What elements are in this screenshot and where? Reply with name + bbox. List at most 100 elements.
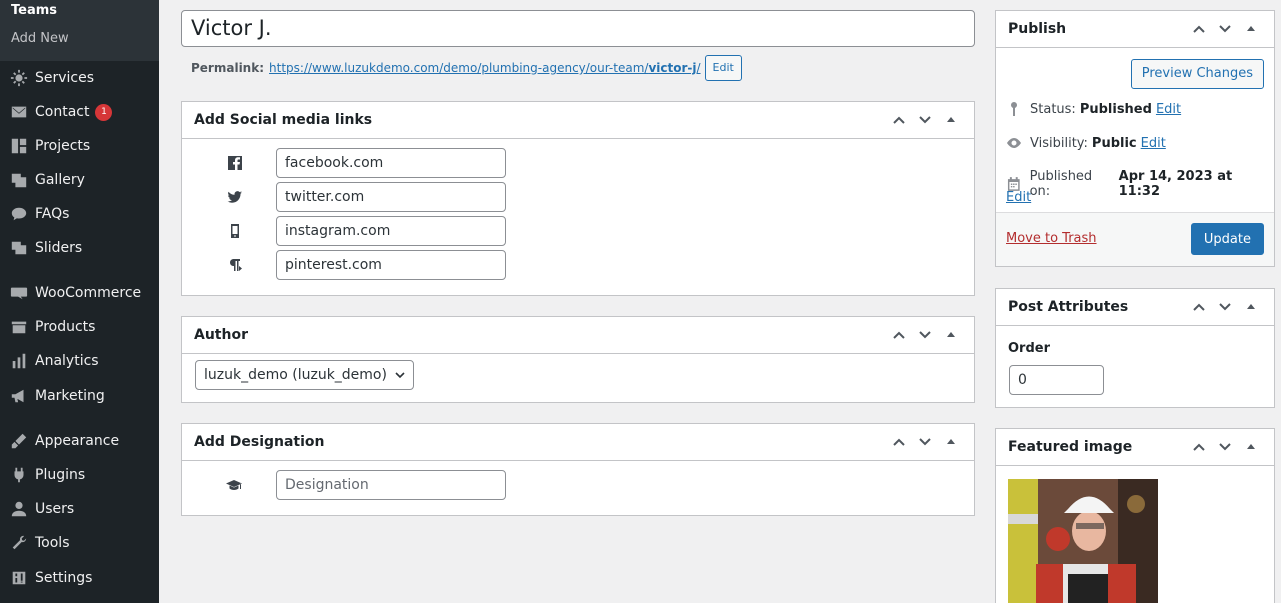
box-title: Author: [194, 327, 248, 343]
pinterest-link-input[interactable]: pinterest.com: [276, 250, 506, 280]
eye-icon: [1007, 138, 1021, 148]
collapse-toggle-icon[interactable]: [1238, 434, 1264, 460]
sidebar-item-plugins[interactable]: Plugins: [0, 458, 159, 492]
update-button[interactable]: Update: [1190, 223, 1264, 255]
sidebar-item-label: Projects: [35, 138, 91, 154]
visibility-label: Visibility:: [1030, 135, 1088, 151]
instagram-link-input[interactable]: instagram.com: [276, 216, 506, 246]
services-icon: [0, 69, 35, 87]
sidebar-item-label: Gallery: [35, 172, 85, 188]
collapse-toggle-icon[interactable]: [938, 107, 964, 133]
box-title: Featured image: [1008, 439, 1133, 455]
move-down-icon[interactable]: [1212, 16, 1238, 42]
collapse-toggle-icon[interactable]: [938, 429, 964, 455]
sidebar-item-label: Analytics: [35, 353, 99, 369]
sidebar-item-label: Users: [35, 501, 75, 517]
sidebar-item-tools[interactable]: Tools: [0, 526, 159, 560]
notification-badge: 1: [95, 103, 113, 121]
sidebar-item-sliders[interactable]: Sliders: [0, 231, 159, 265]
preview-changes-button[interactable]: Preview Changes: [1130, 59, 1264, 89]
sidebar-item-marketing[interactable]: Marketing: [0, 379, 159, 413]
box-header: Add Designation: [182, 424, 974, 461]
instagram-icon: [226, 222, 244, 240]
sidebar-item-label: Marketing: [35, 388, 105, 404]
permalink-link[interactable]: https://www.luzukdemo.com/demo/plumbing-…: [269, 61, 701, 75]
sidebar-item-label: Tools: [35, 535, 70, 551]
post-title-input[interactable]: Victor J.: [181, 10, 975, 47]
designation-box: Add Designation Designation: [181, 423, 975, 516]
facebook-icon: [226, 154, 244, 172]
sidebar-item-analytics[interactable]: Analytics: [0, 344, 159, 378]
sidebar-item-label: Contact: [35, 104, 90, 120]
move-down-icon[interactable]: [1212, 434, 1238, 460]
move-up-icon[interactable]: [886, 322, 912, 348]
sidebar-item-users[interactable]: Users: [0, 492, 159, 526]
facebook-link-input[interactable]: facebook.com: [276, 148, 506, 178]
sidebar-item-faqs[interactable]: FAQs: [0, 197, 159, 231]
edit-date-link[interactable]: Edit: [1006, 190, 1031, 205]
twitter-icon: [226, 188, 244, 206]
move-up-icon[interactable]: [1186, 16, 1212, 42]
status-value: Published: [1079, 101, 1152, 117]
sidebar-item-label: Plugins: [35, 467, 86, 483]
edit-visibility-link[interactable]: Edit: [1141, 136, 1166, 151]
publish-box: Publish Preview Changes Status: Publishe…: [995, 10, 1275, 267]
admin-sidebar: Teams Add New Services Contact 1 Project…: [0, 0, 159, 603]
author-select[interactable]: luzuk_demo (luzuk_demo): [195, 360, 414, 390]
sidebar-item-products[interactable]: Products: [0, 310, 159, 344]
sidebar-item-appearance[interactable]: Appearance: [0, 424, 159, 458]
marketing-icon: [0, 387, 35, 405]
social-links-box: Add Social media links facebook.com twit…: [181, 101, 975, 296]
box-header: Author: [182, 317, 974, 354]
settings-icon: [0, 569, 35, 587]
published-on-value: Apr 14, 2023 at 11:32: [1118, 169, 1233, 199]
submenu-item-teams[interactable]: Teams: [11, 3, 57, 18]
collapse-toggle-icon[interactable]: [1238, 16, 1264, 42]
submenu: Teams Add New: [0, 0, 159, 61]
chevron-down-icon: [395, 372, 405, 379]
sidebar-item-label: Services: [35, 70, 95, 86]
permalink-label: Permalink:: [191, 61, 265, 75]
move-up-icon[interactable]: [1186, 294, 1212, 320]
woocommerce-icon: [0, 284, 35, 302]
visibility-value: Public: [1091, 135, 1137, 151]
submenu-item-add-new[interactable]: Add New: [11, 31, 69, 46]
collapse-toggle-icon[interactable]: [938, 322, 964, 348]
move-to-trash-link[interactable]: Move to Trash: [1006, 231, 1097, 246]
pin-icon: [1011, 102, 1017, 116]
order-input[interactable]: 0: [1009, 365, 1104, 395]
sidebar-item-label: FAQs: [35, 206, 70, 222]
sidebar-item-woocommerce[interactable]: WooCommerce: [0, 276, 159, 310]
sidebar-item-settings[interactable]: Settings: [0, 561, 159, 595]
publish-actions: Move to Trash Update: [996, 212, 1274, 266]
move-down-icon[interactable]: [1212, 294, 1238, 320]
collapse-toggle-icon[interactable]: [1238, 294, 1264, 320]
featured-image-box: Featured image: [995, 428, 1275, 603]
move-up-icon[interactable]: [1186, 434, 1212, 460]
visibility-row: Visibility: Public Edit: [1006, 135, 1166, 151]
appearance-icon: [0, 432, 35, 450]
permalink-edit-button[interactable]: Edit: [704, 55, 742, 81]
sidebar-item-contact[interactable]: Contact 1: [0, 95, 159, 129]
sidebar-item-services[interactable]: Services: [0, 61, 159, 95]
edit-status-link[interactable]: Edit: [1156, 102, 1181, 117]
move-down-icon[interactable]: [912, 429, 938, 455]
box-title: Add Designation: [194, 434, 325, 450]
move-down-icon[interactable]: [912, 322, 938, 348]
post-attributes-box: Post Attributes Order 0: [995, 288, 1275, 408]
designation-input[interactable]: Designation: [276, 470, 506, 500]
move-up-icon[interactable]: [886, 429, 912, 455]
analytics-icon: [0, 352, 35, 370]
author-select-value: luzuk_demo (luzuk_demo): [204, 367, 387, 383]
twitter-link-input[interactable]: twitter.com: [276, 182, 506, 212]
sidebar-item-projects[interactable]: Projects: [0, 129, 159, 163]
sidebar-item-gallery[interactable]: Gallery: [0, 163, 159, 197]
projects-icon: [0, 137, 35, 155]
move-up-icon[interactable]: [886, 107, 912, 133]
move-down-icon[interactable]: [912, 107, 938, 133]
published-on-label: Published on:: [1029, 169, 1093, 199]
featured-image-thumbnail[interactable]: [1008, 479, 1158, 603]
sidebar-item-label: Appearance: [35, 433, 120, 449]
gallery-icon: [0, 171, 35, 189]
box-title: Publish: [1008, 21, 1067, 37]
